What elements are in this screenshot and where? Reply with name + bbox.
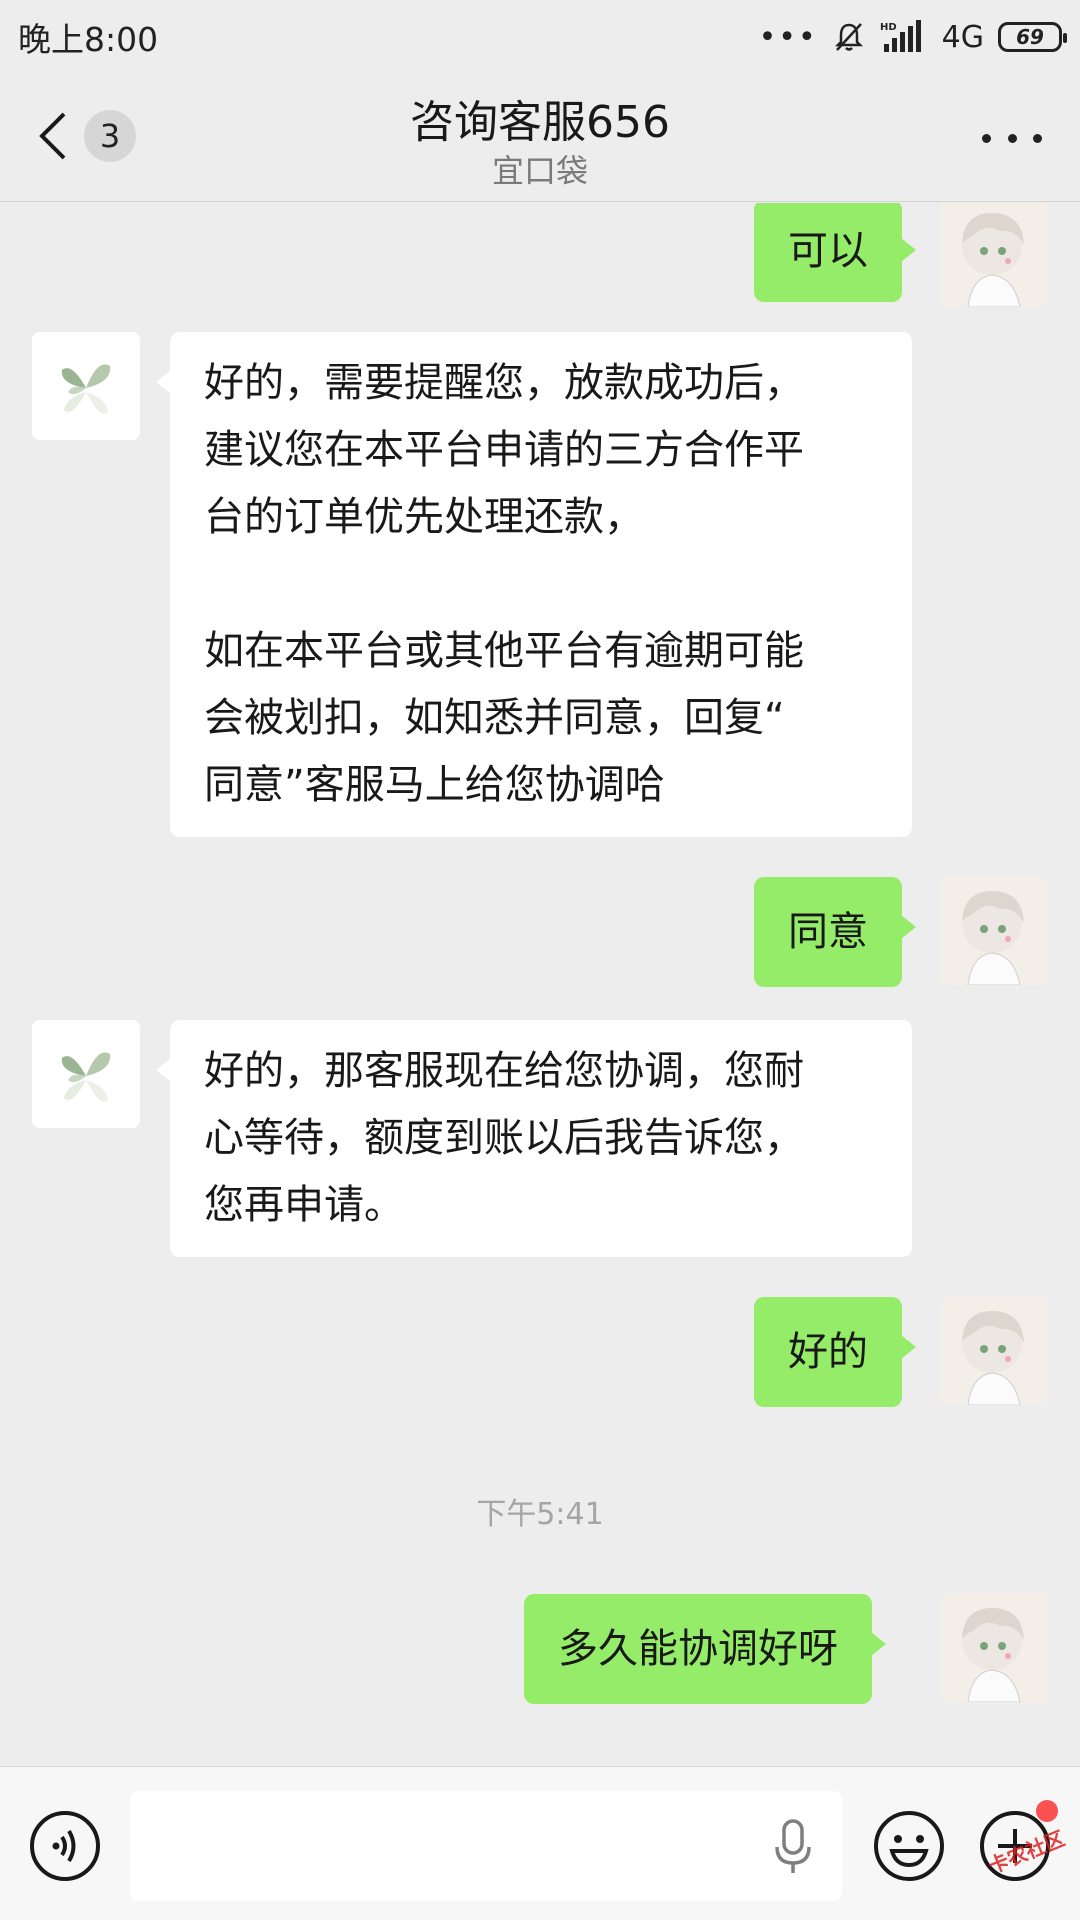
microphone-icon[interactable]	[772, 1817, 814, 1877]
more-dots-icon	[1007, 133, 1017, 143]
chat-header: 3 咨询客服656 宜口袋	[0, 74, 1080, 202]
network-type: 4G	[941, 19, 984, 55]
self-avatar[interactable]	[940, 1297, 1048, 1405]
more-dots-icon	[982, 133, 991, 143]
message-bubble-self[interactable]: 多久能协调好呀	[524, 1594, 886, 1704]
butterfly-avatar-icon	[32, 332, 140, 440]
chat-title: 咨询客服656	[410, 97, 670, 148]
more-dots-icon	[1033, 133, 1042, 143]
input-bar	[0, 1766, 1080, 1920]
butterfly-avatar-icon	[32, 1020, 140, 1128]
message-text: 多久能协调好呀	[558, 1626, 838, 1672]
agent-avatar[interactable]	[32, 332, 140, 440]
mute-bell-icon	[834, 23, 863, 51]
message-text: 好的，那客服现在给您协调，您耐 心等待，额度到账以后我告诉您， 您再申请。	[204, 1048, 804, 1228]
notification-dots-icon: •••	[758, 19, 818, 55]
message-text: 可以	[788, 228, 868, 274]
message-bubble-self[interactable]: 好的	[754, 1297, 916, 1407]
message-input[interactable]	[130, 1791, 842, 1901]
notification-dot	[1036, 1800, 1058, 1822]
self-avatar[interactable]	[940, 203, 1048, 307]
message-bubble-agent[interactable]: 好的，那客服现在给您协调，您耐 心等待，额度到账以后我告诉您， 您再申请。	[156, 1020, 912, 1257]
chat-subtitle: 宜口袋	[491, 152, 588, 190]
message-timestamp: 下午5:41	[476, 1497, 604, 1532]
anime-boy-avatar-icon	[940, 1594, 1048, 1702]
self-avatar[interactable]	[940, 1594, 1048, 1702]
anime-boy-avatar-icon	[940, 1297, 1048, 1405]
message-text: 好的	[788, 1329, 868, 1375]
message-text: 好的，需要提醒您，放款成功后， 建议您在本平台申请的三方合作平 台的订单优先处理…	[204, 360, 804, 808]
message-list[interactable]: 可以 好的，需要提醒您，放款成功后， 建议您在本平台申请的三方合作平 台的订单优…	[0, 203, 1080, 1765]
status-bar: 晚上8:00 ••• HD 4G 69	[0, 0, 1080, 74]
voice-icon[interactable]	[28, 1809, 102, 1883]
signal-icon: HD	[880, 20, 921, 52]
anime-boy-avatar-icon	[940, 203, 1048, 307]
message-bubble-agent[interactable]: 好的，需要提醒您，放款成功后， 建议您在本平台申请的三方合作平 台的订单优先处理…	[156, 332, 912, 837]
svg-text:HD: HD	[880, 22, 897, 33]
emoji-icon[interactable]	[872, 1809, 946, 1883]
more-options-button[interactable]	[982, 118, 1042, 158]
battery-icon: 69	[998, 22, 1067, 52]
self-avatar[interactable]	[940, 877, 1048, 985]
status-time: 晚上8:00	[18, 20, 159, 59]
message-bubble-self[interactable]: 同意	[754, 877, 916, 987]
message-bubble-self[interactable]: 可以	[754, 203, 916, 302]
anime-boy-avatar-icon	[940, 877, 1048, 985]
message-text: 同意	[788, 909, 868, 955]
status-icons: ••• HD 4G 69	[758, 19, 1067, 55]
agent-avatar[interactable]	[32, 1020, 140, 1128]
